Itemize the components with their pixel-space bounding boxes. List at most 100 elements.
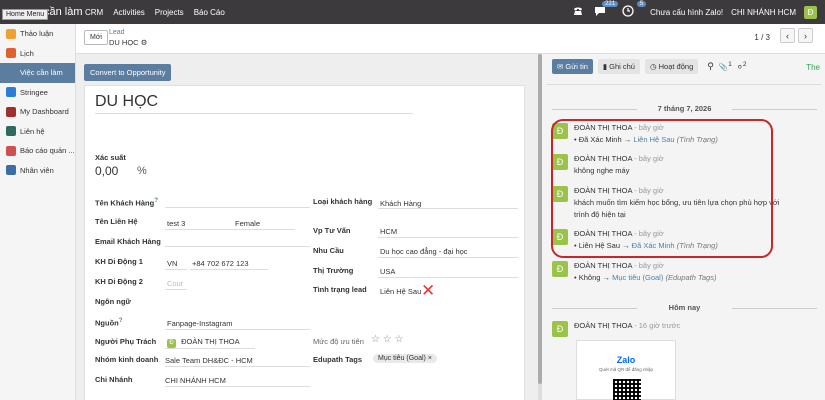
edupath-tag-label: Mục tiêu (Goal) (378, 355, 426, 362)
search-icon[interactable]: ⚲ (707, 61, 714, 72)
qr-code-icon (613, 379, 641, 400)
clock-icon[interactable]: 5 (622, 1, 647, 19)
send-message-button[interactable]: ✉ Gửi tin (552, 59, 593, 74)
advisor-field[interactable]: HCM (380, 227, 397, 236)
new-button[interactable]: Mới (84, 30, 108, 45)
message-avatar: Đ (552, 261, 568, 277)
form-sheet: DU HỌC Xác suất 0,00 % Tên Khách Hàng? T… (84, 85, 525, 400)
date-separator: 7 tháng 7, 2026 (552, 104, 817, 113)
message-avatar: Đ (552, 321, 568, 337)
owner-avatar: Đ (167, 338, 176, 348)
contacts-icon (6, 126, 16, 137)
owner-name: ĐOÀN THỊ THOA (181, 337, 240, 346)
date-separator: Hôm nay (552, 303, 817, 312)
sidebar-item[interactable]: Nhân viên (0, 161, 75, 181)
sidebar-item[interactable]: Liên hệ (0, 122, 75, 142)
message-author: ĐOÀN THỊ THOA - bây giờ (574, 261, 664, 270)
menu-projects[interactable]: Projects (155, 8, 184, 17)
follow-button[interactable]: The (806, 63, 820, 72)
gender-field[interactable]: Female (235, 219, 260, 228)
lead-status-label: Tình trạng lead (313, 285, 367, 294)
phone1-field[interactable]: +84 702 672 123 (192, 259, 249, 268)
zalo-status[interactable]: Chưa cấu hình Zalo! (650, 8, 723, 17)
market-field[interactable]: USA (380, 267, 395, 276)
menu-activities[interactable]: Activities (113, 8, 145, 17)
sidebar-item[interactable]: Báo cáo quản ... (0, 141, 75, 161)
chat-icon[interactable]: 221 (594, 1, 619, 19)
phone2-label: KH Di Động 2 (95, 277, 143, 286)
owner-label: Người Phụ Trách (95, 337, 157, 346)
sidebar-item[interactable]: Stringee (0, 83, 75, 103)
sidebar-item-label: Thảo luận (20, 29, 54, 39)
sidebar-item[interactable]: Lịch (0, 44, 75, 64)
phone2-field[interactable]: Cour (167, 279, 183, 288)
customer-type-field[interactable]: Khách Hàng (380, 199, 421, 208)
tracking-change: • Không → Mục tiêu (Goal) (Edupath Tags) (574, 273, 717, 282)
todo-icon (6, 67, 16, 78)
language-label: Ngôn ngữ (95, 297, 131, 306)
control-panel: Mới Lead DU HỌC ⚙ 1 / 3 ‹ › (76, 24, 825, 54)
pager-previous-button[interactable]: ‹ (780, 28, 795, 43)
sidebar-item-label: Stringee (20, 87, 48, 97)
app-title[interactable]: cần làm (44, 6, 83, 18)
chatter-divider (547, 84, 822, 85)
attachments-button[interactable]: 📎1 (719, 61, 732, 72)
chat-badge: 221 (602, 1, 619, 7)
need-label: Nhu Cầu (313, 246, 344, 255)
top-navbar: cần làm CRM Activities Projects Báo Cáo … (0, 0, 825, 24)
remove-tag-icon[interactable]: × (428, 355, 432, 362)
sidebar-item-label: Liên hệ (20, 126, 45, 136)
log-note-button[interactable]: ▮ Ghi chú (597, 59, 640, 74)
owner-field[interactable]: Đ ĐOÀN THỊ THOA (167, 337, 240, 348)
phone1-country[interactable]: VN (167, 259, 177, 268)
systray: 221 5 Chưa cấu hình Zalo! CHI NHÁNH HCM … (572, 1, 817, 19)
convert-to-opportunity-button[interactable]: Convert to Opportunity (84, 64, 172, 81)
schedule-activity-button[interactable]: ◷ Hoạt động (644, 59, 699, 74)
followers-button[interactable]: ⚪2 (737, 61, 747, 72)
lead-name-field[interactable]: DU HỌC (95, 93, 413, 114)
probability-value[interactable]: 0,00 (95, 164, 118, 178)
probability-unit: % (137, 165, 147, 177)
edupath-tags-label: Edupath Tags (313, 355, 363, 364)
contact-name-field[interactable]: test 3 (167, 219, 185, 228)
team-field[interactable]: Sale Team DH&ĐC - HCM (165, 356, 253, 365)
branch-switcher[interactable]: CHI NHÁNH HCM (731, 8, 796, 17)
pager-value[interactable]: 1 / 3 (754, 33, 770, 42)
priority-stars-icon[interactable]: ☆ ☆ ☆ (371, 334, 403, 345)
stringee-icon (6, 87, 16, 98)
red-x-annotation-icon: ✕ (421, 281, 436, 300)
menu-reports[interactable]: Báo Cáo (194, 8, 225, 17)
need-field[interactable]: Du học cao đẳng - đại học (380, 247, 468, 256)
employees-icon (6, 165, 16, 176)
source-field[interactable]: Fanpage-Instagram (167, 319, 232, 328)
menu-crm[interactable]: CRM (85, 8, 103, 17)
app-sidebar: Thảo luận Lịch Việc cần làm Stringee My Dash… (0, 24, 76, 400)
pager-next-button[interactable]: › (798, 28, 813, 43)
sidebar-item-label: Báo cáo quản ... (20, 146, 75, 156)
breadcrumb-parent[interactable]: Lead (109, 29, 125, 36)
user-avatar[interactable]: Đ (804, 5, 817, 19)
form-area: Convert to Opportunity DU HỌC Xác suất 0… (76, 54, 539, 400)
sidebar-item[interactable]: Việc cần làm (0, 63, 75, 83)
home-menu-tooltip: Home Menu (2, 9, 49, 20)
phone1-label: KH Di Động 1 (95, 257, 143, 266)
edupath-tag[interactable]: Mục tiêu (Goal) × (373, 354, 437, 363)
email-label: Email Khách Hàng (95, 237, 161, 246)
sidebar-item[interactable]: Thảo luận (0, 24, 75, 44)
breadcrumb-current: DU HỌC ⚙ (109, 38, 147, 47)
customer-name-label: Tên Khách Hàng? (95, 197, 159, 208)
message-author: ĐOÀN THỊ THOA - 16 giờ trước (574, 321, 681, 330)
sidebar-item-label: Nhân viên (20, 165, 54, 175)
report-icon (6, 145, 16, 156)
phone-icon[interactable] (572, 5, 586, 19)
chatter-toolbar: ✉ Gửi tin ▮ Ghi chú ◷ Hoạt động ⚲ 📎1 ⚪2 (552, 59, 746, 74)
gear-icon[interactable]: ⚙ (141, 38, 148, 47)
customer-type-label: Loại khách hàng (313, 197, 373, 206)
sidebar-item-label: My Dashboard (20, 107, 69, 117)
dashboard-icon (6, 106, 16, 117)
lead-status-field[interactable]: Liên Hệ Sau (380, 287, 421, 296)
branch-field[interactable]: CHI NHÁNH HCM (165, 376, 226, 385)
zalo-qr-attachment[interactable]: Zalo Quét mã QR để đăng nhập (576, 340, 676, 400)
probability-label: Xác suất (95, 153, 126, 162)
sidebar-item[interactable]: My Dashboard (0, 102, 75, 122)
